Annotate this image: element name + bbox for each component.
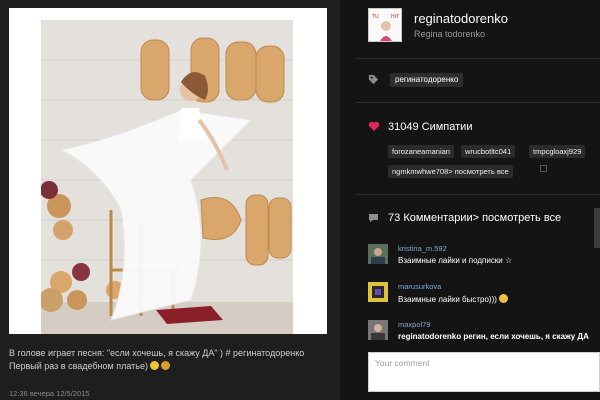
post-photo-frame (9, 8, 327, 334)
comment-text: Взаимные лайки быстро))) (398, 294, 508, 304)
hashtag-chip[interactable]: регинатодоренко (390, 73, 464, 87)
comment-text: Взаимные лайки и подписки ☆ (398, 256, 513, 265)
post-details-panel: TU HIT reginatodorenko Regina todorenko … (356, 0, 600, 400)
post-panel: В голове играет песня: "если хочешь, я с… (0, 0, 340, 400)
tag-icon (368, 74, 379, 88)
likes-count: 31049 (388, 121, 419, 133)
svg-text:TU: TU (371, 14, 379, 20)
comments-label: Комментарии> посмотреть все (403, 212, 562, 224)
comment-input[interactable] (369, 353, 599, 391)
heart-icon[interactable] (368, 121, 380, 135)
speech-bubble-icon (368, 213, 379, 226)
see-no-evil-emoji-icon (160, 361, 170, 370)
scrollbar[interactable] (594, 208, 600, 248)
comment-item: marusurkova Взаимные лайки быстро))) (368, 282, 600, 314)
liker-chip[interactable]: tmpcgloaxj929 (529, 145, 586, 158)
divider (356, 194, 600, 195)
comment-username[interactable]: maxpol79 (398, 320, 431, 329)
comments-count: 73 (388, 212, 401, 224)
liker-chip[interactable]: forozaneamanian (388, 145, 454, 158)
commenter-avatar[interactable] (368, 320, 388, 340)
comment-username[interactable]: marusurkova (398, 282, 441, 291)
commenter-avatar[interactable] (368, 282, 388, 302)
divider (356, 58, 600, 59)
likes-label: Симпатии (421, 121, 473, 133)
comment-username[interactable]: kristina_m.592 (398, 244, 447, 253)
comment-text: reginatodorenko регин, если хочешь, я ск… (398, 332, 589, 341)
comment-input-box[interactable] (368, 352, 600, 392)
profile-full-name: Regina todorenko (414, 29, 486, 39)
smile-emoji-icon (498, 294, 508, 303)
comments-summary[interactable]: 73 Комментарии> посмотреть все (388, 212, 561, 224)
post-photo[interactable] (41, 20, 293, 334)
svg-text:HIT: HIT (391, 14, 400, 20)
comment-item: maxpol79 reginatodorenko регин, если хоч… (368, 320, 600, 352)
grin-emoji-icon (149, 361, 159, 370)
post-caption: В голове играет песня: "если хочешь, я с… (9, 347, 329, 373)
commenter-avatar[interactable] (368, 244, 388, 264)
likes-summary: 31049 Симпатии (388, 121, 472, 133)
profile-username[interactable]: reginatodorenko (414, 11, 508, 26)
checkbox-icon (540, 165, 547, 172)
liker-chip[interactable]: wrucbotltc041 (461, 145, 516, 158)
wedding-photo-illustration (41, 20, 293, 334)
divider (356, 102, 600, 103)
post-timestamp: 12:36 вечера 12/5/2015 (9, 389, 90, 398)
liker-chip[interactable]: ngmkmwhwe708> посмотреть все (388, 165, 513, 178)
comment-item: kristina_m.592 Взаимные лайки и подписки… (368, 244, 600, 276)
profile-photo-icon[interactable]: TU HIT (368, 8, 402, 42)
